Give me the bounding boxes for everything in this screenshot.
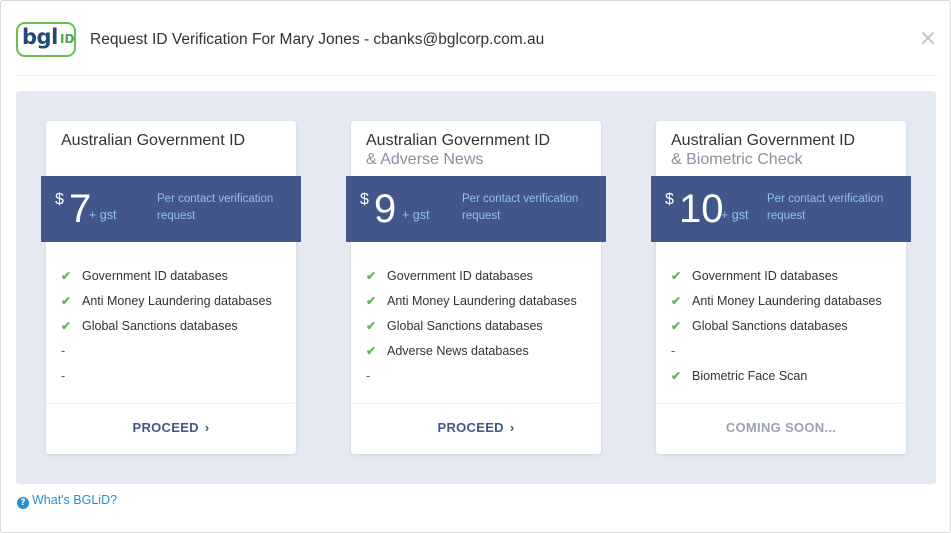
currency-symbol: $ [360, 191, 369, 208]
check-icon: ✔ [366, 269, 377, 283]
feature-item: ✔ Government ID databases [671, 267, 901, 292]
feature-item: ✔ Global Sanctions databases [366, 317, 596, 342]
feature-label: Adverse News databases [387, 344, 529, 358]
card-footer: COMING SOON... [656, 403, 906, 454]
feature-item: - [366, 367, 596, 392]
price-band: $ 10 + gst Per contact verification requ… [651, 176, 911, 242]
feature-label: Anti Money Laundering databases [692, 294, 882, 308]
check-icon: ✔ [671, 294, 682, 308]
plan-title: Australian Government ID [671, 132, 856, 149]
bglid-logo: bgl ID [16, 22, 76, 57]
feature-item: ✔ Anti Money Laundering databases [61, 292, 291, 317]
help-label: What's BGLiD? [32, 493, 118, 507]
feature-label: Biometric Face Scan [692, 369, 808, 383]
feature-item: ✔ Government ID databases [61, 267, 291, 292]
question-circle-icon: ? [17, 497, 29, 509]
price-note: Per contact verification request [462, 193, 579, 222]
plans-panel: Australian Government ID $ 7 + gst Per c… [16, 91, 936, 484]
feature-placeholder: - [671, 344, 676, 358]
close-icon[interactable]: × [918, 27, 938, 51]
currency-symbol: $ [665, 191, 674, 208]
price-band: $ 9 + gst Per contact verification reque… [346, 176, 606, 242]
feature-item: - [61, 367, 291, 392]
gst-label: + gst [721, 208, 749, 222]
feature-item: ✔ Biometric Face Scan [671, 367, 901, 392]
card-footer: PROCEED › [46, 403, 296, 454]
feature-list: ✔ Government ID databases ✔ Anti Money Lau… [671, 267, 901, 392]
check-icon: ✔ [61, 269, 72, 283]
plan-card-adverse-news: Australian Government ID & Adverse News … [346, 121, 606, 454]
plan-subtitle: & Adverse News [366, 151, 484, 168]
coming-soon-label: COMING SOON... [725, 420, 837, 435]
feature-list: ✔ Government ID databases ✔ Anti Money Lau… [366, 267, 596, 392]
header-divider [16, 75, 937, 76]
currency-symbol: $ [55, 191, 64, 208]
feature-label: Government ID databases [82, 269, 228, 283]
check-icon: ✔ [61, 294, 72, 308]
price-amount: 7 [69, 187, 92, 231]
logo-brand: bgl [22, 25, 58, 49]
feature-item: - [671, 342, 901, 367]
feature-label: Government ID databases [387, 269, 533, 283]
price-amount: 10 [679, 187, 724, 231]
gst-label: + gst [402, 208, 430, 222]
feature-placeholder: - [61, 369, 66, 383]
plan-subtitle: & Biometric Check [671, 151, 803, 168]
feature-item: ✔ Global Sanctions databases [61, 317, 291, 342]
modal-header: bgl ID Request ID Verification For Mary … [1, 1, 951, 77]
check-icon: ✔ [366, 319, 377, 333]
feature-label: Anti Money Laundering databases [82, 294, 272, 308]
verification-modal: bgl ID Request ID Verification For Mary … [0, 0, 951, 533]
card-footer: PROCEED › [351, 403, 601, 454]
feature-placeholder: - [61, 344, 66, 358]
logo-suffix: ID [60, 32, 75, 46]
feature-item: ✔ Anti Money Laundering databases [671, 292, 901, 317]
check-icon: ✔ [61, 319, 72, 333]
gst-label: + gst [89, 208, 117, 222]
modal-title: Request ID Verification For Mary Jones -… [90, 31, 545, 48]
proceed-label: PROCEED [437, 420, 504, 435]
plan-card-biometric: Australian Government ID & Biometric Che… [651, 121, 911, 454]
feature-label: Government ID databases [692, 269, 838, 283]
price-amount: 9 [374, 187, 397, 231]
feature-list: ✔ Government ID databases ✔ Anti Money Lau… [61, 267, 291, 392]
price-note: Per contact verification request [767, 193, 884, 222]
feature-item: ✔ Government ID databases [366, 267, 596, 292]
feature-item: ✔ Anti Money Laundering databases [366, 292, 596, 317]
plan-title: Australian Government ID [366, 132, 551, 149]
feature-item: ✔ Adverse News databases [366, 342, 596, 367]
feature-placeholder: - [366, 369, 371, 383]
feature-label: Global Sanctions databases [82, 319, 238, 333]
check-icon: ✔ [366, 344, 377, 358]
chevron-right-icon: › [509, 420, 515, 435]
feature-item: - [61, 342, 291, 367]
proceed-button[interactable]: PROCEED › [132, 420, 209, 435]
check-icon: ✔ [671, 369, 682, 383]
whats-bglid-link[interactable]: ? What's BGLiD? [17, 493, 117, 509]
check-icon: ✔ [671, 319, 682, 333]
feature-item: ✔ Global Sanctions databases [671, 317, 901, 342]
check-icon: ✔ [366, 294, 377, 308]
feature-label: Global Sanctions databases [387, 319, 543, 333]
feature-label: Anti Money Laundering databases [387, 294, 577, 308]
plan-title: Australian Government ID [61, 132, 246, 149]
plan-card-id: Australian Government ID $ 7 + gst Per c… [41, 121, 301, 454]
proceed-button[interactable]: PROCEED › [437, 420, 514, 435]
price-band: $ 7 + gst Per contact verification reque… [41, 176, 301, 242]
chevron-right-icon: › [204, 420, 210, 435]
price-note: Per contact verification request [157, 193, 274, 222]
check-icon: ✔ [671, 269, 682, 283]
proceed-label: PROCEED [132, 420, 199, 435]
feature-label: Global Sanctions databases [692, 319, 848, 333]
